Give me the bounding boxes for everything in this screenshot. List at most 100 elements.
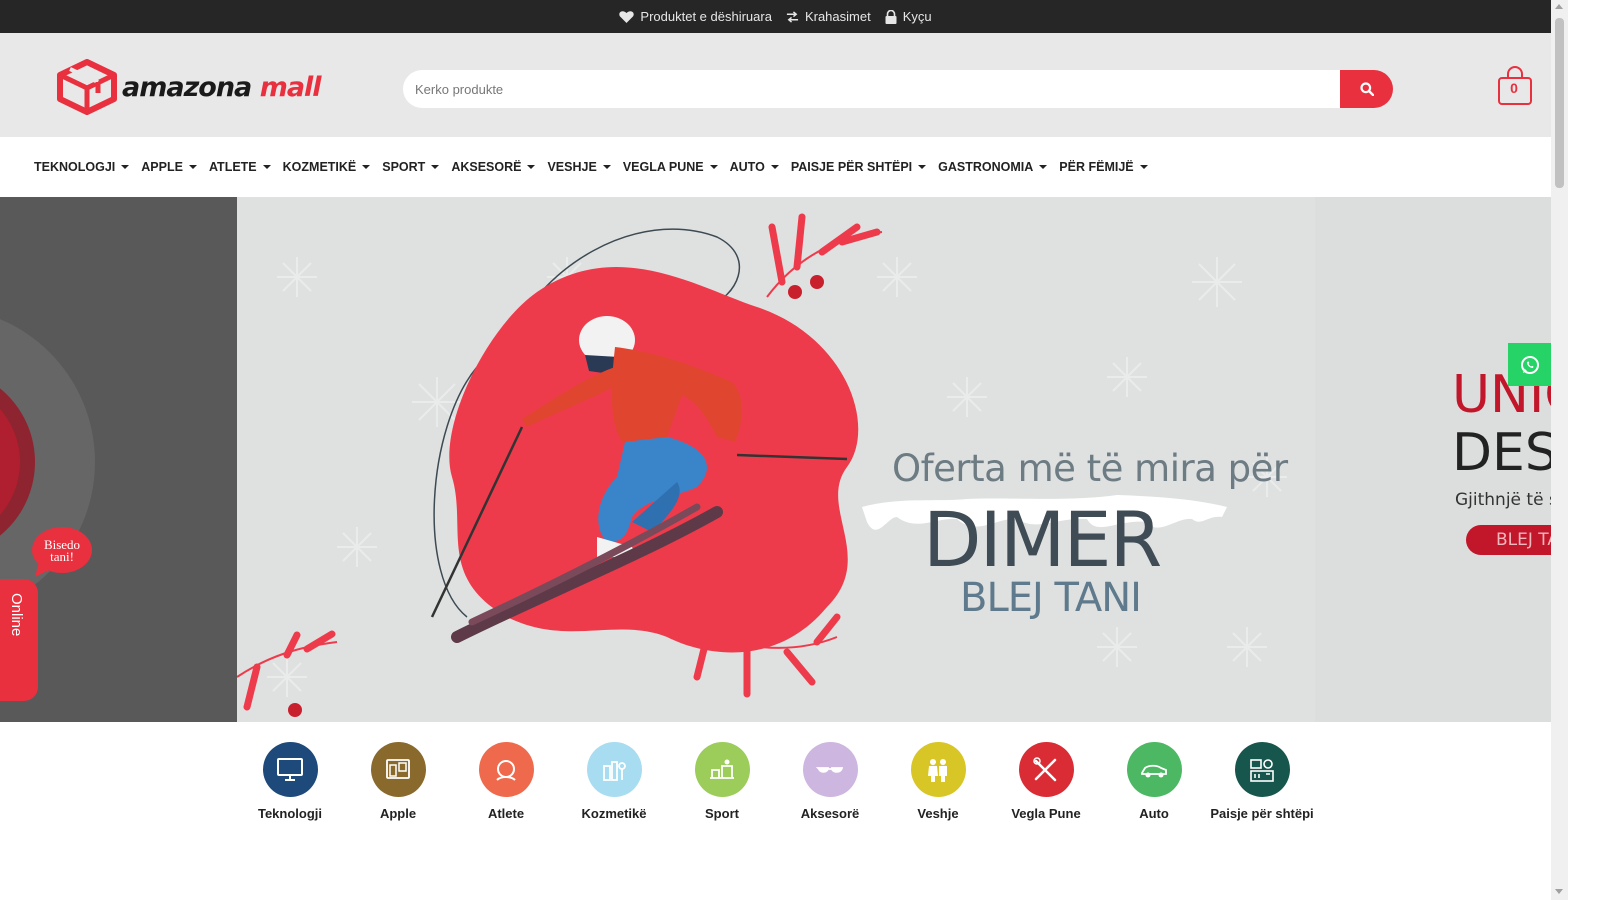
nav-label: ATLETE bbox=[208, 160, 257, 174]
nav-item-kozmetike[interactable]: KOZMETIKË bbox=[283, 160, 371, 174]
whatsapp-button[interactable] bbox=[1508, 343, 1551, 386]
category-auto[interactable]: Auto bbox=[1100, 740, 1208, 824]
category-label: Apple bbox=[379, 806, 417, 821]
category-paisje[interactable]: Paisje për shtëpi bbox=[1208, 740, 1316, 824]
category-label: Auto bbox=[1139, 806, 1169, 821]
wishlist-link[interactable]: Produktet e dëshiruara bbox=[619, 9, 772, 24]
compare-label: Krahasimet bbox=[804, 9, 871, 24]
category-apple[interactable]: Apple bbox=[344, 740, 452, 824]
category-teknologji[interactable]: Teknologji bbox=[236, 740, 344, 824]
nav-label: TEKNOLOGJI bbox=[34, 160, 116, 174]
site-header: amazona mall 0 bbox=[0, 33, 1551, 137]
category-row: Teknologji Apple Atlete Kozmetikë Sport … bbox=[236, 740, 1316, 850]
nav-item-per-femije[interactable]: PËR FËMIJË bbox=[1059, 160, 1148, 174]
nav-item-auto[interactable]: AUTO bbox=[730, 160, 779, 174]
current-slide[interactable]: Oferta më të mira për DIMER BLEJ TANI bbox=[237, 197, 1315, 722]
nav-item-veshje[interactable]: VESHJE bbox=[547, 160, 611, 174]
search-icon bbox=[1359, 82, 1374, 96]
category-vegla-pune[interactable]: Vegla Pune bbox=[992, 740, 1100, 824]
compare-link[interactable]: Krahasimet bbox=[786, 9, 871, 24]
online-label: Online bbox=[8, 593, 25, 637]
page-scrollbar[interactable] bbox=[1551, 0, 1568, 900]
tools-icon bbox=[1018, 742, 1074, 797]
lock-icon bbox=[885, 9, 897, 24]
category-label: Teknologji bbox=[257, 806, 323, 821]
nav-label: APPLE bbox=[141, 160, 183, 174]
category-label: Atlete bbox=[487, 806, 525, 821]
login-link[interactable]: Kyçu bbox=[885, 9, 932, 24]
hero-headline: Oferta më të mira për bbox=[892, 447, 1288, 490]
next-slide-line3: Gjithnjë të s bbox=[1455, 490, 1551, 510]
category-label: Kozmetikë bbox=[581, 806, 647, 821]
nav-label: AUTO bbox=[729, 160, 765, 174]
monitor-icon bbox=[262, 742, 318, 797]
top-bar: Produktet e dëshiruara Krahasimet Kyçu bbox=[0, 0, 1551, 33]
nav-label: PËR FËMIJË bbox=[1059, 160, 1134, 174]
shoe-icon bbox=[478, 742, 534, 797]
next-slide-peek[interactable]: UNIQ DES Gjithnjë të s BLEJ TA bbox=[1315, 197, 1551, 722]
caret-down-icon bbox=[431, 165, 440, 169]
nav-label: PAISJE PËR SHTËPI bbox=[790, 160, 913, 174]
scroll-down-arrow-icon[interactable] bbox=[1555, 889, 1563, 894]
category-label: Paisje për shtëpi bbox=[1210, 806, 1314, 821]
chat-bubble-text: Bisedo tani! bbox=[43, 537, 81, 564]
category-aksesore[interactable]: Aksesorë bbox=[776, 740, 884, 824]
cart-button[interactable]: 0 bbox=[1497, 66, 1533, 108]
site-logo[interactable]: amazona mall bbox=[56, 59, 336, 115]
category-label: Veshje bbox=[917, 806, 959, 821]
sport-icon bbox=[694, 742, 750, 797]
devices-icon bbox=[370, 742, 426, 797]
caret-down-icon bbox=[527, 165, 536, 169]
caret-down-icon bbox=[121, 165, 130, 169]
appliance-icon bbox=[1234, 742, 1290, 797]
hero-cta[interactable]: BLEJ TANI bbox=[960, 575, 1142, 621]
main-nav: TEKNOLOGJI APPLE ATLETE KOZMETIKË SPORT … bbox=[0, 137, 1551, 197]
nav-item-gastronomia[interactable]: GASTRONOMIA bbox=[938, 160, 1048, 174]
category-atlete[interactable]: Atlete bbox=[452, 740, 560, 824]
nav-item-sport[interactable]: SPORT bbox=[382, 160, 440, 174]
search-bar bbox=[403, 70, 1393, 108]
online-chat-tab[interactable]: Online bbox=[0, 579, 38, 701]
cosmetics-icon bbox=[586, 742, 642, 797]
next-slide-line2: DES bbox=[1452, 423, 1551, 483]
caret-down-icon bbox=[188, 165, 197, 169]
caret-down-icon bbox=[602, 165, 611, 169]
hero-title: DIMER bbox=[923, 495, 1162, 584]
category-veshje[interactable]: Veshje bbox=[884, 740, 992, 824]
nav-label: AKSESORË bbox=[451, 160, 522, 174]
scroll-up-arrow-icon[interactable] bbox=[1555, 4, 1563, 9]
search-input[interactable] bbox=[403, 70, 1340, 108]
category-label: Aksesorë bbox=[800, 806, 860, 821]
nav-item-atlete[interactable]: ATLETE bbox=[209, 160, 271, 174]
box-logo-icon bbox=[57, 59, 117, 115]
category-label: Sport bbox=[705, 806, 739, 821]
cart-count: 0 bbox=[1510, 80, 1518, 96]
scrollbar-thumb[interactable] bbox=[1555, 18, 1564, 188]
nav-item-paisje[interactable]: PAISJE PËR SHTËPI bbox=[790, 160, 927, 174]
caret-down-icon bbox=[1139, 165, 1148, 169]
next-slide-button[interactable]: BLEJ TA bbox=[1466, 525, 1551, 555]
whatsapp-icon bbox=[1520, 355, 1539, 374]
category-sport[interactable]: Sport bbox=[668, 740, 776, 824]
caret-down-icon bbox=[709, 165, 718, 169]
category-kozmetike[interactable]: Kozmetikë bbox=[560, 740, 668, 824]
nav-label: VEGLA PUNE bbox=[622, 160, 704, 174]
logo-secondary: mall bbox=[259, 71, 322, 103]
category-label: Vegla Pune bbox=[1011, 806, 1081, 821]
wishlist-label: Produktet e dëshiruara bbox=[640, 9, 772, 24]
nav-label: SPORT bbox=[382, 160, 426, 174]
nav-item-teknologji[interactable]: TEKNOLOGJI bbox=[34, 160, 130, 174]
nav-label: GASTRONOMIA bbox=[938, 160, 1034, 174]
search-button[interactable] bbox=[1340, 70, 1393, 108]
caret-down-icon bbox=[918, 165, 927, 169]
caret-down-icon bbox=[1039, 165, 1048, 169]
logo-text: amazona mall bbox=[122, 71, 322, 103]
nav-item-aksesore[interactable]: AKSESORË bbox=[451, 160, 536, 174]
nav-item-vegla-pune[interactable]: VEGLA PUNE bbox=[623, 160, 718, 174]
car-icon bbox=[1126, 742, 1182, 797]
nav-item-apple[interactable]: APPLE bbox=[141, 160, 197, 174]
caret-down-icon bbox=[770, 165, 779, 169]
caret-down-icon bbox=[262, 165, 271, 169]
hero-slider[interactable]: Oferta më të mira për DIMER BLEJ TANI UN… bbox=[0, 197, 1551, 722]
heart-icon bbox=[619, 11, 635, 23]
